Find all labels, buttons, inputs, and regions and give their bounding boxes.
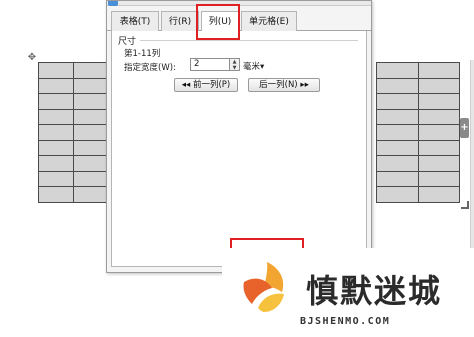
table-row bbox=[376, 62, 460, 79]
table-cell[interactable] bbox=[72, 124, 108, 141]
table-row bbox=[38, 77, 108, 94]
table-cell[interactable] bbox=[38, 93, 74, 110]
table-row bbox=[38, 139, 108, 156]
table-cell[interactable] bbox=[38, 108, 74, 125]
table-cell[interactable] bbox=[72, 139, 108, 156]
spin-down-icon[interactable]: ▼ bbox=[230, 65, 239, 71]
table-cell[interactable] bbox=[376, 139, 419, 156]
table-cell[interactable] bbox=[417, 186, 460, 203]
width-spinner[interactable]: ▲ ▼ bbox=[230, 58, 240, 71]
table-cell[interactable] bbox=[417, 62, 460, 79]
table-cell[interactable] bbox=[72, 62, 108, 79]
table-cell[interactable] bbox=[72, 93, 108, 110]
document-table-left bbox=[38, 62, 108, 203]
previous-column-label: 前一列(P) bbox=[192, 80, 231, 90]
table-cell[interactable] bbox=[376, 77, 419, 94]
group-divider bbox=[140, 40, 358, 41]
table-cell[interactable] bbox=[417, 124, 460, 141]
column-range-label: 第1-11列 bbox=[124, 49, 161, 59]
table-cell[interactable] bbox=[417, 108, 460, 125]
next-column-button[interactable]: 后一列(N) ▸▸ bbox=[248, 78, 320, 92]
table-row bbox=[376, 139, 460, 156]
watermark-text: 慎默迷城 bbox=[306, 272, 443, 310]
table-row bbox=[38, 93, 108, 110]
table-cell[interactable] bbox=[417, 155, 460, 172]
watermark-url: BJSHENMO.COM bbox=[300, 316, 391, 327]
table-cell[interactable] bbox=[38, 155, 74, 172]
previous-column-button[interactable]: ◂◂ 前一列(P) bbox=[174, 78, 238, 92]
table-cell[interactable] bbox=[72, 155, 108, 172]
table-cell[interactable] bbox=[376, 62, 419, 79]
table-move-icon[interactable]: ✥ bbox=[26, 52, 38, 64]
table-cell[interactable] bbox=[376, 155, 419, 172]
table-row bbox=[38, 170, 108, 187]
tab-row[interactable]: 行(R) bbox=[161, 11, 199, 31]
document-table-right bbox=[376, 62, 460, 203]
table-cell[interactable] bbox=[417, 170, 460, 187]
table-row bbox=[38, 108, 108, 125]
table-cell[interactable] bbox=[376, 108, 419, 125]
table-row bbox=[376, 124, 460, 141]
unit-value: 毫米 bbox=[243, 62, 261, 72]
table-cell[interactable] bbox=[38, 77, 74, 94]
table-cell[interactable] bbox=[38, 62, 74, 79]
table-cell[interactable] bbox=[72, 186, 108, 203]
table-cell[interactable] bbox=[72, 108, 108, 125]
table-row bbox=[376, 170, 460, 187]
watermark-logo-icon bbox=[243, 262, 284, 312]
dropdown-caret-icon: ▾ bbox=[260, 62, 265, 72]
page-edge bbox=[470, 60, 474, 260]
table-cell[interactable] bbox=[417, 93, 460, 110]
tab-table[interactable]: 表格(T) bbox=[111, 11, 159, 31]
table-row bbox=[376, 108, 460, 125]
table-cell[interactable] bbox=[72, 170, 108, 187]
table-cell[interactable] bbox=[417, 139, 460, 156]
watermark: 慎默迷城 BJSHENMO.COM bbox=[222, 248, 474, 337]
width-input[interactable]: 2 bbox=[190, 58, 230, 71]
double-right-arrow-icon: ▸▸ bbox=[300, 80, 309, 90]
width-label: 指定宽度(W): bbox=[124, 63, 176, 73]
table-row bbox=[376, 155, 460, 172]
column-tab-panel: 尺寸 第1-11列 指定宽度(W): 2 ▲ ▼ 毫米▾ ◂◂ 前一列(P) 后… bbox=[111, 31, 367, 267]
table-row bbox=[38, 62, 108, 79]
table-cell[interactable] bbox=[72, 77, 108, 94]
unit-select[interactable]: 毫米▾ bbox=[243, 60, 264, 72]
table-cell[interactable] bbox=[376, 124, 419, 141]
table-row bbox=[38, 186, 108, 203]
tab-cell[interactable]: 单元格(E) bbox=[241, 11, 297, 31]
double-left-arrow-icon: ◂◂ bbox=[181, 80, 191, 90]
table-cell[interactable] bbox=[376, 170, 419, 187]
table-cell[interactable] bbox=[38, 139, 74, 156]
table-row bbox=[38, 124, 108, 141]
app-icon bbox=[108, 1, 118, 6]
table-cell[interactable] bbox=[417, 77, 460, 94]
table-cell[interactable] bbox=[376, 186, 419, 203]
size-group-label: 尺寸 bbox=[118, 37, 137, 47]
table-row bbox=[376, 186, 460, 203]
table-row bbox=[376, 93, 460, 110]
table-row bbox=[376, 77, 460, 94]
table-resize-icon[interactable] bbox=[461, 201, 469, 209]
table-properties-dialog: 表格(T) 行(R) 列(U) 单元格(E) 尺寸 第1-11列 指定宽度(W)… bbox=[106, 0, 372, 273]
table-cell[interactable] bbox=[38, 170, 74, 187]
add-column-icon[interactable]: + bbox=[460, 118, 469, 138]
table-cell[interactable] bbox=[38, 124, 74, 141]
next-column-label: 后一列(N) bbox=[259, 80, 298, 90]
highlight-box-column-tab bbox=[196, 4, 240, 40]
table-cell[interactable] bbox=[376, 93, 419, 110]
table-cell[interactable] bbox=[38, 186, 74, 203]
table-row bbox=[38, 155, 108, 172]
